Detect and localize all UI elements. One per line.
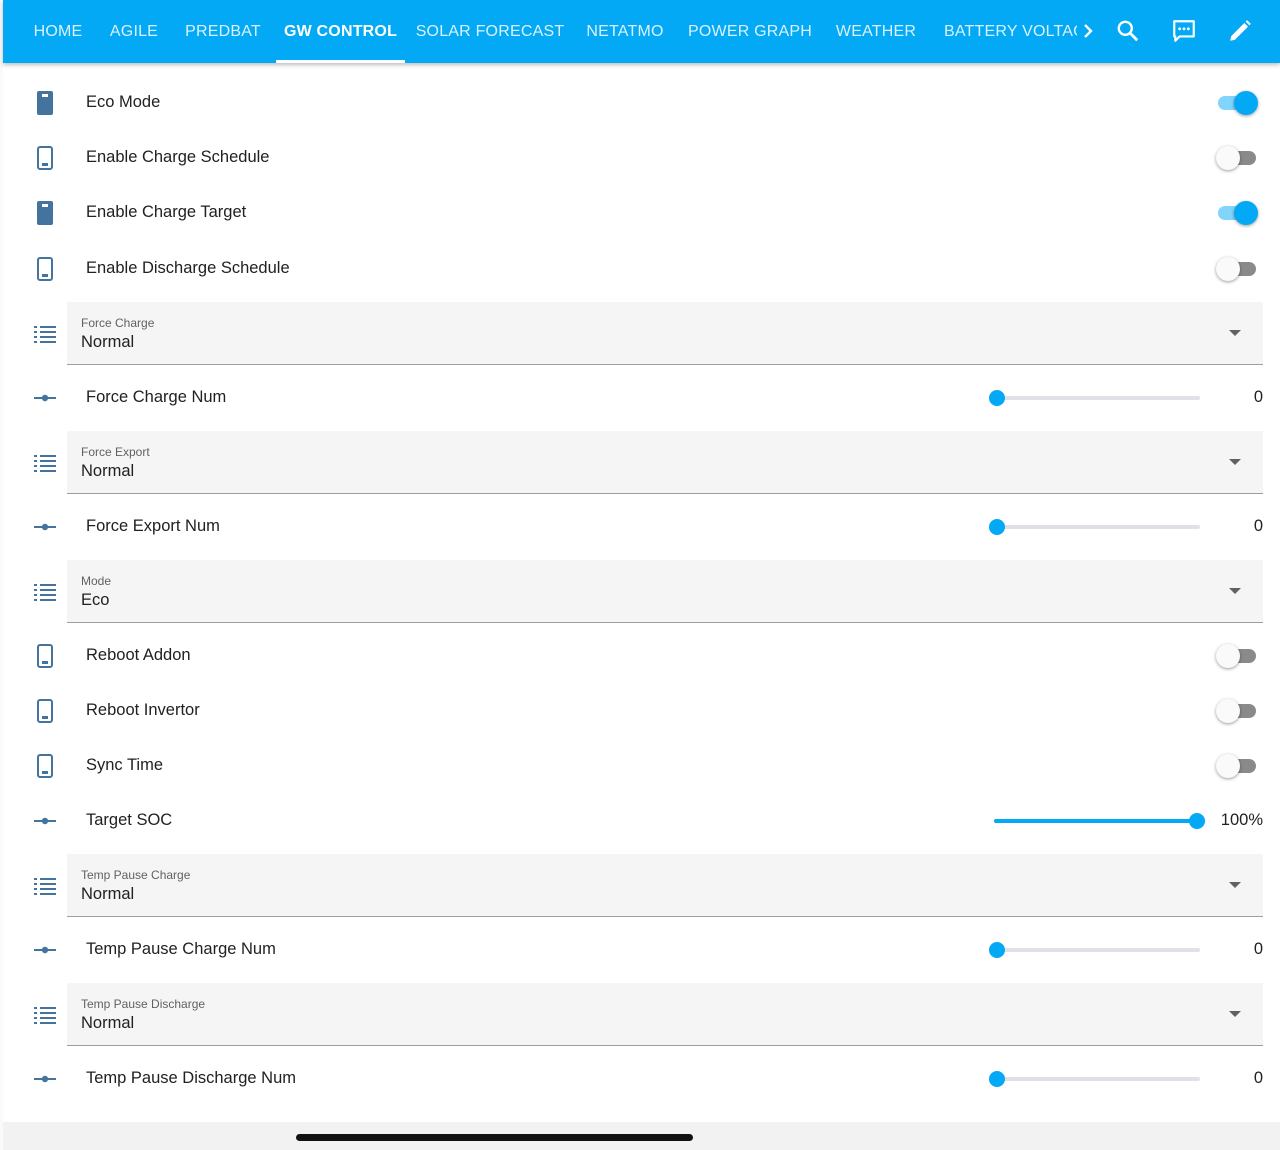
select-value: Normal	[81, 885, 135, 903]
tab-label: SOLAR FORECAST	[415, 22, 565, 40]
temp-pause-discharge-select[interactable]: Temp Pause Discharge Normal	[67, 983, 1263, 1046]
target-soc-slider[interactable]	[994, 811, 1205, 831]
enable-discharge-schedule-toggle[interactable]	[1216, 256, 1258, 282]
select-label: Temp Pause Discharge	[81, 997, 206, 1011]
force-export-select[interactable]: Force Export Normal	[67, 431, 1263, 494]
row-label: Reboot Invertor	[86, 701, 200, 719]
list-icon	[32, 579, 58, 605]
row-label: Force Export Num	[86, 517, 220, 535]
select-value: Eco	[81, 591, 110, 609]
row-label: Sync Time	[86, 756, 164, 774]
slider-value: 0	[1253, 1069, 1263, 1087]
list-icon	[32, 1002, 58, 1028]
slider-value: 0	[1253, 940, 1263, 958]
switch-icon	[32, 90, 58, 116]
switch-icon	[32, 200, 58, 226]
switch-icon	[32, 256, 58, 282]
slider-icon	[32, 514, 58, 540]
select-value: Normal	[81, 462, 135, 480]
reboot-addon-toggle[interactable]	[1216, 643, 1258, 669]
tab-label: HOME	[33, 22, 83, 40]
eco-mode-toggle[interactable]	[1216, 90, 1258, 116]
temp-pause-charge-num-slider[interactable]	[989, 940, 1200, 960]
select-label: Mode	[81, 574, 112, 588]
tab-label: BATTERY VOLTAG	[944, 22, 1077, 40]
row-label: Eco Mode	[86, 93, 161, 111]
slider-value: 0	[1253, 388, 1263, 406]
select-value: Normal	[81, 1014, 135, 1032]
dropdown-arrow-icon	[1229, 459, 1241, 465]
slider-knob[interactable]	[989, 942, 1005, 958]
force-charge-num-slider[interactable]	[989, 388, 1200, 408]
top-app-bar: HOME AGILE PREDBAT GW CONTROL SOLAR FORE…	[3, 0, 1280, 63]
row-label: Temp Pause Discharge Num	[86, 1069, 297, 1087]
enable-charge-schedule-toggle[interactable]	[1216, 145, 1258, 171]
switch-icon	[32, 643, 58, 669]
slider-icon	[32, 385, 58, 411]
tab-solar-forecast[interactable]: SOLAR FORECAST	[409, 0, 571, 63]
tab-agile[interactable]: AGILE	[99, 0, 169, 63]
force-export-num-slider[interactable]	[989, 517, 1200, 537]
row-label: Enable Charge Target	[86, 203, 247, 221]
tab-home[interactable]: HOME	[21, 0, 95, 63]
list-icon	[32, 450, 58, 476]
dropdown-arrow-icon	[1229, 1011, 1241, 1017]
slider-icon	[32, 808, 58, 834]
select-label: Force Export	[81, 445, 150, 459]
slider-icon	[32, 937, 58, 963]
slider-knob[interactable]	[989, 519, 1005, 535]
select-label: Force Charge	[81, 316, 155, 330]
tab-gw-control[interactable]: GW CONTROL	[276, 0, 405, 63]
dropdown-arrow-icon	[1229, 588, 1241, 594]
force-charge-select[interactable]: Force Charge Normal	[67, 302, 1263, 365]
chevron-right-icon[interactable]	[1074, 17, 1102, 45]
entities-card: Eco Mode Enable Charge Schedule Enable C…	[3, 63, 1280, 1150]
enable-charge-target-toggle[interactable]	[1216, 200, 1258, 226]
temp-pause-charge-select[interactable]: Temp Pause Charge Normal	[67, 854, 1263, 917]
tab-weather[interactable]: WEATHER	[825, 0, 927, 63]
select-label: Temp Pause Charge	[81, 868, 191, 882]
tab-battery-voltage[interactable]: BATTERY VOLTAG	[944, 0, 1077, 63]
select-value: Normal	[81, 333, 135, 351]
slider-value: 100%	[1220, 811, 1263, 829]
row-label: Temp Pause Charge Num	[86, 940, 276, 958]
search-icon[interactable]	[1114, 17, 1142, 45]
tab-label: WEATHER	[835, 22, 917, 40]
row-label: Reboot Addon	[86, 646, 191, 664]
slider-value: 0	[1253, 517, 1263, 535]
row-label: Enable Charge Schedule	[86, 148, 270, 166]
slider-knob[interactable]	[989, 390, 1005, 406]
tab-label: PREDBAT	[185, 22, 261, 40]
tab-label: NETATMO	[586, 22, 664, 40]
sync-time-toggle[interactable]	[1216, 753, 1258, 779]
switch-icon	[32, 145, 58, 171]
row-label: Target SOC	[86, 811, 173, 829]
slider-knob[interactable]	[1189, 813, 1205, 829]
tab-label: AGILE	[109, 22, 159, 40]
switch-icon	[32, 753, 58, 779]
list-icon	[32, 321, 58, 347]
tab-netatmo[interactable]: NETATMO	[575, 0, 675, 63]
list-icon	[32, 873, 58, 899]
row-label: Enable Discharge Schedule	[86, 259, 290, 277]
dropdown-arrow-icon	[1229, 882, 1241, 888]
home-indicator[interactable]	[296, 1134, 693, 1141]
mode-select[interactable]: Mode Eco	[67, 560, 1263, 623]
slider-icon	[32, 1066, 58, 1092]
edit-pencil-icon[interactable]	[1226, 17, 1254, 45]
dropdown-arrow-icon	[1229, 330, 1241, 336]
tab-predbat[interactable]: PREDBAT	[173, 0, 273, 63]
tab-label: GW CONTROL	[283, 22, 398, 40]
reboot-invertor-toggle[interactable]	[1216, 698, 1258, 724]
tab-label: POWER GRAPH	[688, 22, 812, 40]
tab-power-graph[interactable]: POWER GRAPH	[680, 0, 820, 63]
temp-pause-discharge-num-slider[interactable]	[989, 1069, 1200, 1089]
switch-icon	[32, 698, 58, 724]
row-label: Force Charge Num	[86, 388, 227, 406]
slider-knob[interactable]	[989, 1071, 1005, 1087]
assist-chat-icon[interactable]	[1170, 17, 1198, 45]
